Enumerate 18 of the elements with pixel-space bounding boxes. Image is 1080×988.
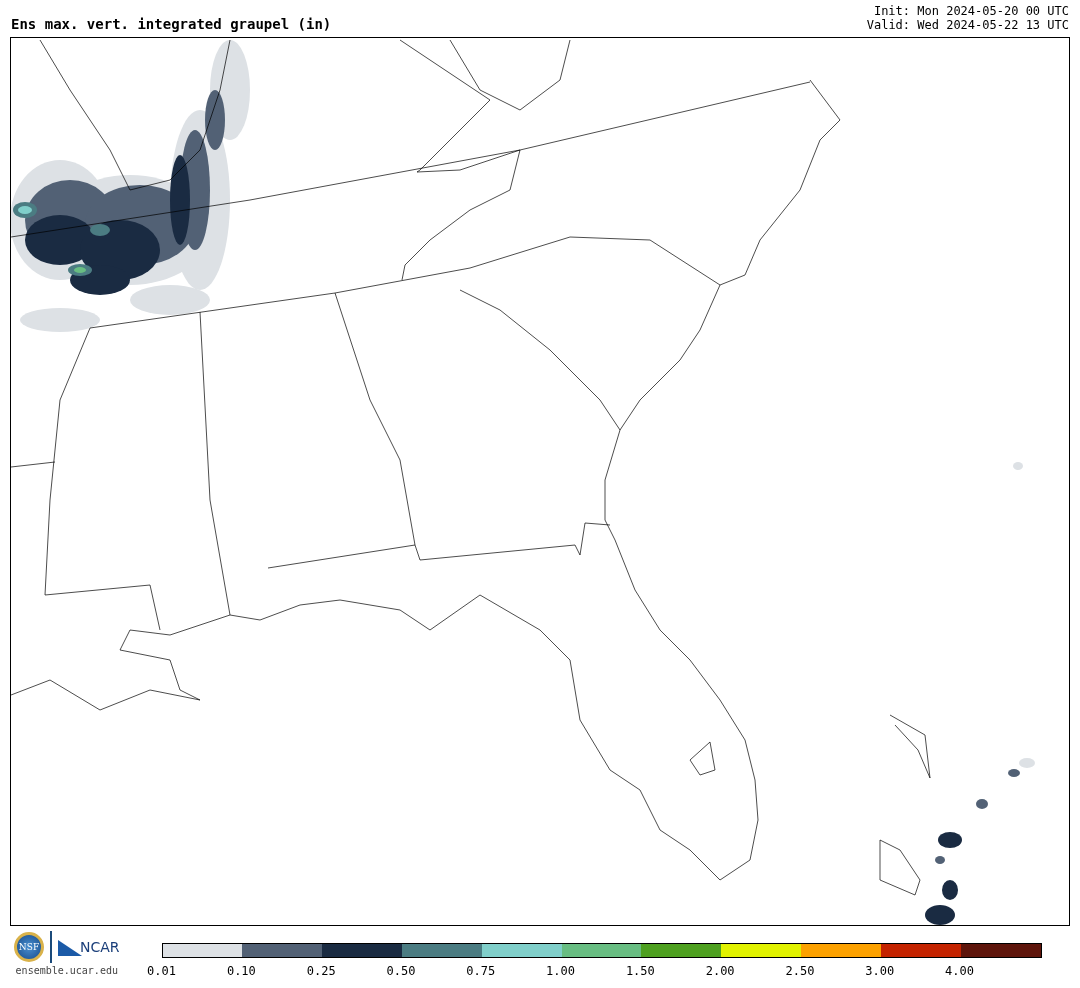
tick-label: 0.25 [306, 964, 336, 978]
tick-label: 0.01 [147, 964, 176, 978]
tick-label: 1.50 [625, 964, 655, 978]
ncar-logo: NCAR [80, 939, 120, 955]
swoosh-icon [58, 938, 82, 956]
map-title: Ens max. vert. integrated graupel (in) [11, 16, 332, 32]
tick-label: 0.50 [386, 964, 416, 978]
tick-label: 0.75 [466, 964, 496, 978]
tick-label: 4.00 [945, 964, 974, 978]
tick-label: 2.00 [705, 964, 735, 978]
tick-label: 0.10 [226, 964, 256, 978]
tick-label: 1.00 [546, 964, 575, 978]
tick-label: 2.50 [785, 964, 815, 978]
nsf-logo: NSF [14, 932, 44, 962]
tick-label: 3.00 [865, 964, 895, 978]
site-url: ensemble.ucar.edu [15, 965, 118, 976]
valid-time: Valid: Wed 2024-05-22 13 UTC [866, 18, 1069, 32]
init-time: Init: Mon 2024-05-20 00 UTC [873, 4, 1069, 18]
